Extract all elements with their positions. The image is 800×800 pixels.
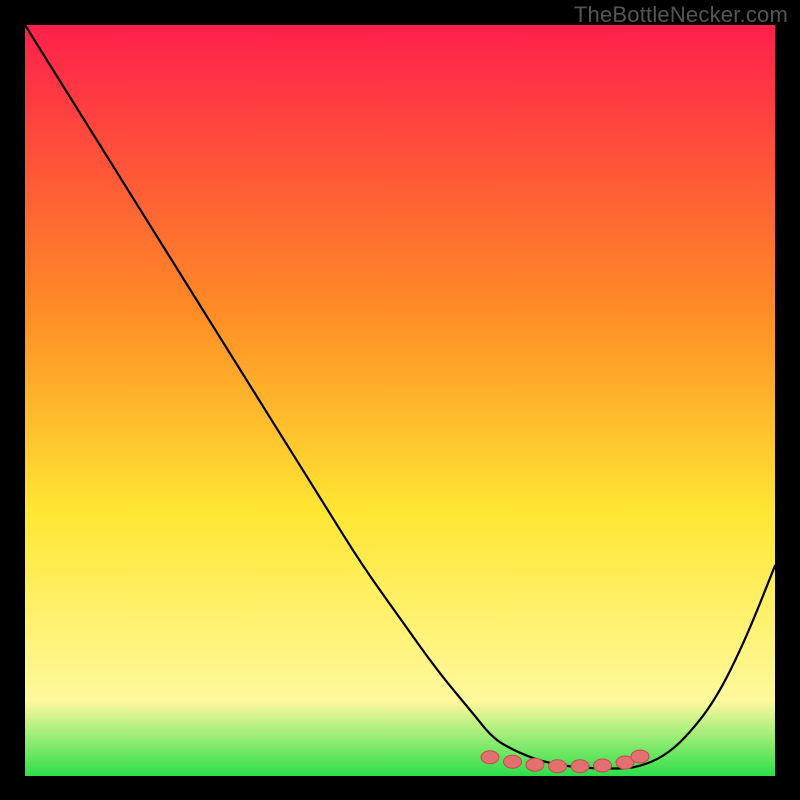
gradient-background xyxy=(25,25,775,776)
plot-area xyxy=(25,25,775,776)
chart-frame: TheBottleNecker.com xyxy=(0,0,800,800)
marker-dot xyxy=(481,751,499,764)
marker-dot xyxy=(631,750,649,763)
marker-dot xyxy=(504,755,522,768)
marker-dot xyxy=(571,760,589,773)
marker-dot xyxy=(526,758,544,771)
marker-dot xyxy=(594,759,612,772)
marker-dot xyxy=(549,760,567,773)
bottleneck-chart xyxy=(25,25,775,776)
